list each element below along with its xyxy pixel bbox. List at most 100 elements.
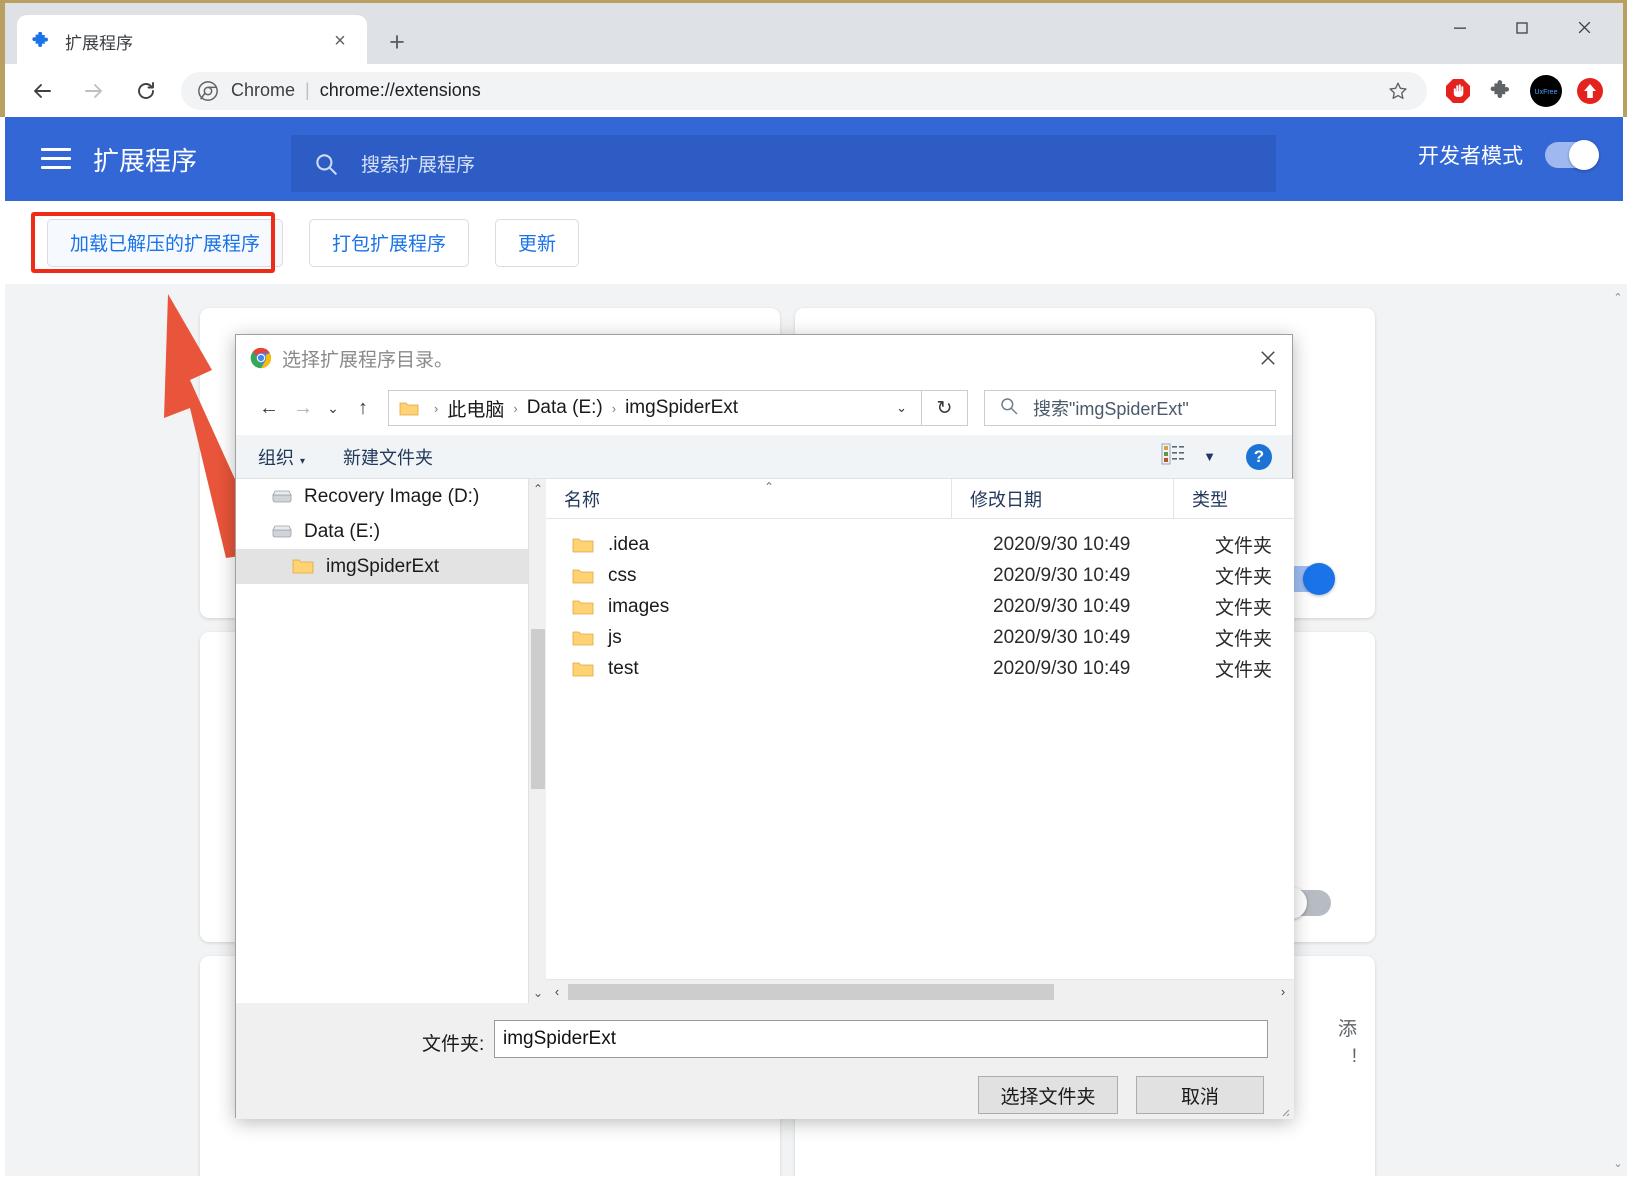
file-type: 文件夹: [1215, 598, 1273, 619]
view-dropdown-caret[interactable]: ▼: [1203, 449, 1216, 464]
file-row[interactable]: js 2020/9/30 10:49 文件夹: [546, 622, 1294, 653]
select-folder-button[interactable]: 选择文件夹: [978, 1076, 1118, 1114]
file-name: css: [608, 564, 637, 586]
svg-text:UxFree: UxFree: [1535, 89, 1558, 96]
file-type: 文件夹: [1215, 567, 1273, 588]
screenshot-root: 扩展程序 × + Chrome | chrome://extensions Ux…: [0, 0, 1627, 1182]
resize-grip[interactable]: [1278, 1104, 1290, 1117]
forward-icon[interactable]: [73, 70, 115, 112]
file-name: images: [608, 595, 670, 617]
dialog-forward-icon[interactable]: →: [286, 391, 320, 425]
tree-item-recovery-image[interactable]: Recovery Image (D:): [236, 479, 546, 514]
scroll-left-icon[interactable]: ‹: [546, 980, 568, 1004]
tree-item-label: Recovery Image (D:): [304, 485, 480, 507]
close-window-icon[interactable]: [1553, 5, 1615, 50]
file-date: 2020/9/30 10:49: [993, 533, 1131, 555]
dialog-command-bar: 组织 ▾ 新建文件夹 ▼ ?: [236, 435, 1292, 479]
scroll-down-icon[interactable]: ⌄: [1609, 1154, 1627, 1172]
file-row[interactable]: images 2020/9/30 10:49 文件夹: [546, 591, 1294, 622]
folder-icon: [572, 629, 594, 647]
breadcrumb-separator: ›: [434, 400, 439, 416]
hamburger-icon[interactable]: [41, 148, 71, 170]
organize-menu[interactable]: 组织 ▾: [258, 444, 305, 470]
breadcrumb-separator: ›: [513, 400, 518, 416]
breadcrumb-item-1[interactable]: Data (E:): [527, 397, 603, 419]
new-tab-button[interactable]: +: [380, 25, 414, 59]
file-row[interactable]: .idea 2020/9/30 10:49 文件夹: [546, 529, 1294, 560]
file-date: 2020/9/30 10:49: [993, 657, 1131, 679]
scroll-down-icon[interactable]: ⌄: [529, 983, 546, 1003]
dialog-up-icon[interactable]: ↑: [346, 391, 380, 425]
file-list-hscrollbar[interactable]: ‹ ›: [546, 979, 1294, 1003]
pack-extension-button[interactable]: 打包扩展程序: [309, 218, 470, 267]
omnibox-separator: |: [305, 80, 310, 100]
uxfree-avatar[interactable]: UxFree: [1529, 74, 1563, 108]
back-icon[interactable]: [21, 70, 63, 112]
close-icon[interactable]: [1244, 335, 1292, 381]
dialog-search-input[interactable]: 搜索"imgSpiderExt": [984, 390, 1276, 426]
minimize-icon[interactable]: [1429, 5, 1491, 50]
hscroll-thumb[interactable]: [568, 983, 1054, 1000]
dialog-back-icon[interactable]: ←: [252, 391, 286, 425]
window-controls: [1429, 5, 1615, 50]
developer-mode-control[interactable]: 开发者模式: [1418, 140, 1599, 170]
reload-icon[interactable]: [125, 70, 167, 112]
file-row[interactable]: test 2020/9/30 10:49 文件夹: [546, 653, 1294, 684]
adblock-icon[interactable]: [1441, 74, 1475, 108]
developer-mode-toggle[interactable]: [1545, 140, 1599, 170]
browser-tab-extensions[interactable]: 扩展程序 ×: [17, 15, 367, 67]
maximize-icon[interactable]: [1491, 5, 1553, 50]
chevron-down-icon: ▾: [300, 455, 306, 467]
scroll-right-icon[interactable]: ›: [1272, 980, 1294, 1004]
tree-scroll-thumb[interactable]: [531, 629, 545, 789]
breadcrumb-item-0[interactable]: 此电脑: [447, 395, 504, 422]
load-unpacked-button[interactable]: 加载已解压的扩展程序: [47, 218, 284, 267]
update-button[interactable]: 更新: [495, 218, 580, 267]
column-header-name[interactable]: 名称: [546, 479, 952, 519]
extensions-search-input[interactable]: 搜索扩展程序: [291, 135, 1276, 192]
dialog-search-placeholder: 搜索"imgSpiderExt": [1033, 399, 1189, 419]
close-icon[interactable]: ×: [327, 28, 353, 54]
breadcrumb[interactable]: › 此电脑 › Data (E:) › imgSpiderExt ⌄: [388, 390, 922, 426]
folder-icon: [572, 536, 594, 554]
tree-item-imgspiderext[interactable]: imgSpiderExt: [236, 549, 546, 584]
address-bar[interactable]: Chrome | chrome://extensions: [181, 71, 1427, 110]
dialog-recent-locations-icon[interactable]: ⌄: [320, 391, 346, 425]
new-folder-button[interactable]: 新建文件夹: [343, 444, 433, 470]
browser-extension-icons: UxFree: [1441, 74, 1623, 108]
scroll-up-icon[interactable]: ⌃: [529, 479, 546, 499]
bookmark-star-icon[interactable]: [1381, 74, 1415, 108]
list-view-icon[interactable]: [1161, 443, 1185, 470]
puzzle-icon[interactable]: [1485, 74, 1519, 108]
dialog-footer: 文件夹: imgSpiderExt 选择文件夹 取消: [236, 1003, 1294, 1119]
dialog-titlebar: 选择扩展程序目录。: [236, 335, 1292, 381]
puzzle-icon: [31, 30, 53, 52]
column-header-date[interactable]: 修改日期: [952, 479, 1174, 519]
breadcrumb-item-2[interactable]: imgSpiderExt: [625, 397, 738, 419]
page-scrollbar[interactable]: ⌃ ⌄: [1609, 284, 1627, 1176]
column-header-type[interactable]: 类型: [1174, 479, 1274, 519]
tree-item-data-e[interactable]: Data (E:): [236, 514, 546, 549]
file-row[interactable]: css 2020/9/30 10:49 文件夹: [546, 560, 1294, 591]
sort-ascending-icon: ⌃: [764, 480, 775, 494]
scroll-up-icon[interactable]: ⌃: [1609, 288, 1627, 306]
tree-item-label: Data (E:): [304, 520, 381, 542]
search-icon: [313, 151, 339, 177]
extension-note-1: 添: [1337, 1019, 1357, 1040]
tree-scrollbar[interactable]: ⌃ ⌄: [528, 479, 546, 1003]
file-list-pane: 名称 修改日期 类型 ⌃ .idea 2020/9/30 10:49 文件夹 c…: [546, 479, 1294, 1003]
extension-note-2: !: [1351, 1046, 1357, 1067]
folder-icon: [572, 567, 594, 585]
chevron-down-icon[interactable]: ⌄: [888, 400, 915, 416]
folder-name-input[interactable]: imgSpiderExt: [494, 1020, 1268, 1058]
tree-item-label: imgSpiderExt: [326, 555, 439, 577]
cancel-button[interactable]: 取消: [1136, 1076, 1264, 1114]
view-options[interactable]: ▼: [1161, 443, 1216, 470]
help-button[interactable]: ?: [1246, 443, 1272, 470]
folder-icon: [572, 660, 594, 678]
refresh-icon[interactable]: ↻: [922, 390, 968, 426]
file-name: js: [608, 626, 622, 648]
folder-icon: [572, 598, 594, 616]
upload-icon[interactable]: [1573, 74, 1607, 108]
breadcrumb-separator: ›: [611, 400, 617, 416]
